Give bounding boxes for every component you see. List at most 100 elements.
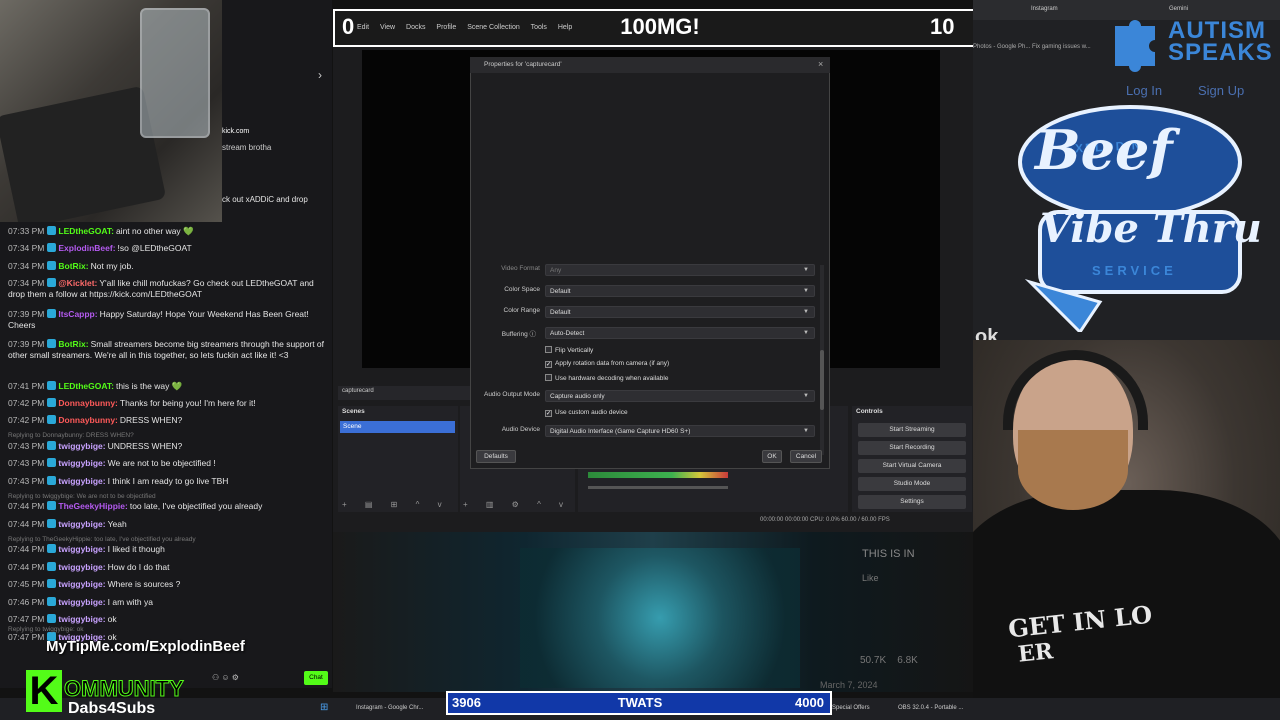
scenes-tool-icons[interactable]: + ▤ ⊞ ^ v — [342, 500, 450, 509]
pinned-message-link[interactable]: kick.com — [222, 128, 249, 135]
buffering-label: Buffering ⓘ — [466, 328, 536, 338]
user-badge-icon — [47, 614, 57, 623]
chat-username[interactable]: twiggybige: — [58, 597, 105, 607]
chevron-right-icon[interactable]: › — [318, 68, 322, 82]
chat-timestamp: 07:39 PM — [8, 339, 45, 349]
custom-audio-device-checkbox[interactable]: ✓ Use custom audio device — [545, 409, 628, 417]
chat-timestamp: 07:44 PM — [8, 562, 45, 572]
chat-username[interactable]: twiggybige: — [58, 476, 105, 486]
chat-username[interactable]: ExplodinBeef: — [58, 243, 115, 253]
chat-username[interactable]: twiggybige: — [58, 441, 105, 451]
menu-scene-collection[interactable]: Scene Collection — [467, 24, 520, 31]
menu-edit[interactable]: Edit — [357, 24, 369, 31]
scene-list-item[interactable]: Scene — [340, 421, 455, 433]
color-space-select[interactable]: Default ▼ — [545, 285, 815, 297]
audio-output-select[interactable]: Capture audio only ▼ — [545, 390, 815, 402]
chat-username[interactable]: LEDtheGOAT: — [58, 381, 114, 391]
beard-image — [1018, 430, 1128, 510]
controls-title: Controls — [856, 408, 883, 415]
apply-rotation-label: Apply rotation data from camera (if any) — [555, 360, 670, 367]
chat-username[interactable]: twiggybige: — [58, 458, 105, 468]
source-name-label: capturecard — [342, 388, 374, 394]
chat-username[interactable]: Donnaybunny: — [58, 398, 118, 408]
like-label[interactable]: Like — [862, 573, 879, 583]
menu-profile[interactable]: Profile — [436, 24, 456, 31]
sources-tool-icons[interactable]: + ▥ ⚙ ^ v — [463, 500, 571, 509]
start-recording-button[interactable]: Start Recording — [858, 441, 966, 455]
chat-tool-icons[interactable]: ⚇ ☺ ⚙ — [212, 673, 239, 682]
windows-start-icon[interactable]: ⊞ — [320, 702, 328, 713]
audio-output-value: Capture audio only — [550, 393, 605, 400]
user-badge-icon — [47, 458, 57, 467]
chat-timestamp: 07:45 PM — [8, 579, 45, 589]
chat-username[interactable]: @Kicklet: — [58, 278, 97, 288]
settings-button[interactable]: Settings — [858, 495, 966, 509]
chat-username[interactable]: BotRix: — [58, 339, 88, 349]
chat-message: 07:34 PM BotRix: Not my job. — [8, 261, 328, 272]
chat-text: !so @LEDtheGOAT — [117, 243, 192, 253]
ok-button[interactable]: OK — [762, 450, 782, 463]
chat-text: Thanks for being you! I'm here for it! — [119, 398, 256, 408]
chevron-down-icon: ▼ — [803, 288, 809, 294]
chat-message: 07:42 PM Donnaybunny: Thanks for being you… — [8, 398, 328, 409]
hardware-decoding-checkbox[interactable]: Use hardware decoding when available — [545, 374, 668, 382]
chat-username[interactable]: twiggybige: — [58, 614, 105, 624]
chat-timestamp: 07:47 PM — [8, 614, 45, 624]
user-badge-icon — [47, 278, 57, 287]
menu-tools[interactable]: Tools — [531, 24, 547, 31]
likes-count: 50.7K — [860, 655, 887, 666]
studio-mode-button[interactable]: Studio Mode — [858, 477, 966, 491]
chat-timestamp: 07:44 PM — [8, 501, 45, 511]
close-icon[interactable]: × — [818, 59, 823, 69]
twats-current-count: 3906 — [452, 695, 481, 710]
chat-username[interactable]: LEDtheGOAT: — [58, 226, 114, 236]
chat-message: 07:42 PM Donnaybunny: DRESS WHEN? — [8, 415, 328, 426]
defaults-button[interactable]: Defaults — [476, 450, 516, 463]
taskbar-obs[interactable]: OBS 32.0.4 - Portable ... — [898, 705, 963, 711]
chat-text: I liked it though — [107, 544, 165, 554]
chat-send-button[interactable]: Chat — [304, 671, 328, 685]
taskbar-chrome-instagram[interactable]: Instagram - Google Chr... — [356, 705, 423, 711]
chat-message: 07:33 PM LEDtheGOAT: aint no other way 💚 — [8, 226, 328, 237]
chat-username[interactable]: Donnaybunny: — [58, 415, 118, 425]
apply-rotation-checkbox[interactable]: ✓ Apply rotation data from camera (if any… — [545, 360, 669, 368]
chat-username[interactable]: TheGeekyHippie: — [58, 501, 127, 511]
reply-context: Replying to Donnaybunny: DRESS WHEN? — [8, 432, 134, 439]
cancel-button[interactable]: Cancel — [790, 450, 822, 463]
tab-instagram[interactable]: Instagram — [1031, 6, 1058, 12]
color-range-select[interactable]: Default ▼ — [545, 306, 815, 318]
menu-view[interactable]: View — [380, 24, 395, 31]
video-format-select[interactable]: Any ▼ — [545, 264, 815, 276]
chat-username[interactable]: ItsCappp: — [58, 309, 97, 319]
info-icon[interactable]: ⓘ — [530, 331, 537, 338]
chat-username[interactable]: BotRix: — [58, 261, 88, 271]
taskbar-special-offers[interactable]: Special Offers — [832, 705, 870, 711]
signup-link[interactable]: Sign Up — [1198, 83, 1244, 98]
start-streaming-button[interactable]: Start Streaming — [858, 423, 966, 437]
chat-text: We are not to be objectified ! — [107, 458, 216, 468]
flip-vertically-checkbox[interactable]: Flip Vertically — [545, 346, 593, 354]
volume-slider[interactable] — [588, 486, 728, 489]
chat-text: DRESS WHEN? — [119, 415, 183, 425]
dialog-source-preview — [478, 80, 823, 260]
audio-device-select[interactable]: Digital Audio Interface (Game Capture HD… — [545, 425, 815, 437]
chat-timestamp: 07:34 PM — [8, 278, 45, 288]
community-k-logo: K — [26, 670, 62, 712]
chat-snippet: stream brotha — [222, 143, 272, 152]
glass-image — [140, 8, 210, 138]
color-range-label: Color Range — [503, 307, 541, 314]
webcam-feed-top-left — [0, 0, 222, 222]
menu-docks[interactable]: Docks — [406, 24, 425, 31]
chat-username[interactable]: twiggybige: — [58, 562, 105, 572]
buffering-select[interactable]: Auto-Detect ▼ — [545, 327, 815, 339]
post-stats: 50.7K 6.8K — [860, 655, 918, 666]
user-badge-icon — [47, 501, 57, 510]
hardware-decoding-label: Use hardware decoding when available — [555, 375, 669, 382]
login-link[interactable]: Log In — [1126, 83, 1162, 98]
start-virtual-camera-button[interactable]: Start Virtual Camera — [858, 459, 966, 473]
chat-username[interactable]: twiggybige: — [58, 544, 105, 554]
chat-username[interactable]: twiggybige: — [58, 519, 105, 529]
chat-username[interactable]: twiggybige: — [58, 579, 105, 589]
chat-message: 07:34 PM @Kicklet: Y'all like chill mofuck… — [8, 278, 328, 300]
dialog-scrollbar-thumb[interactable] — [820, 350, 824, 410]
